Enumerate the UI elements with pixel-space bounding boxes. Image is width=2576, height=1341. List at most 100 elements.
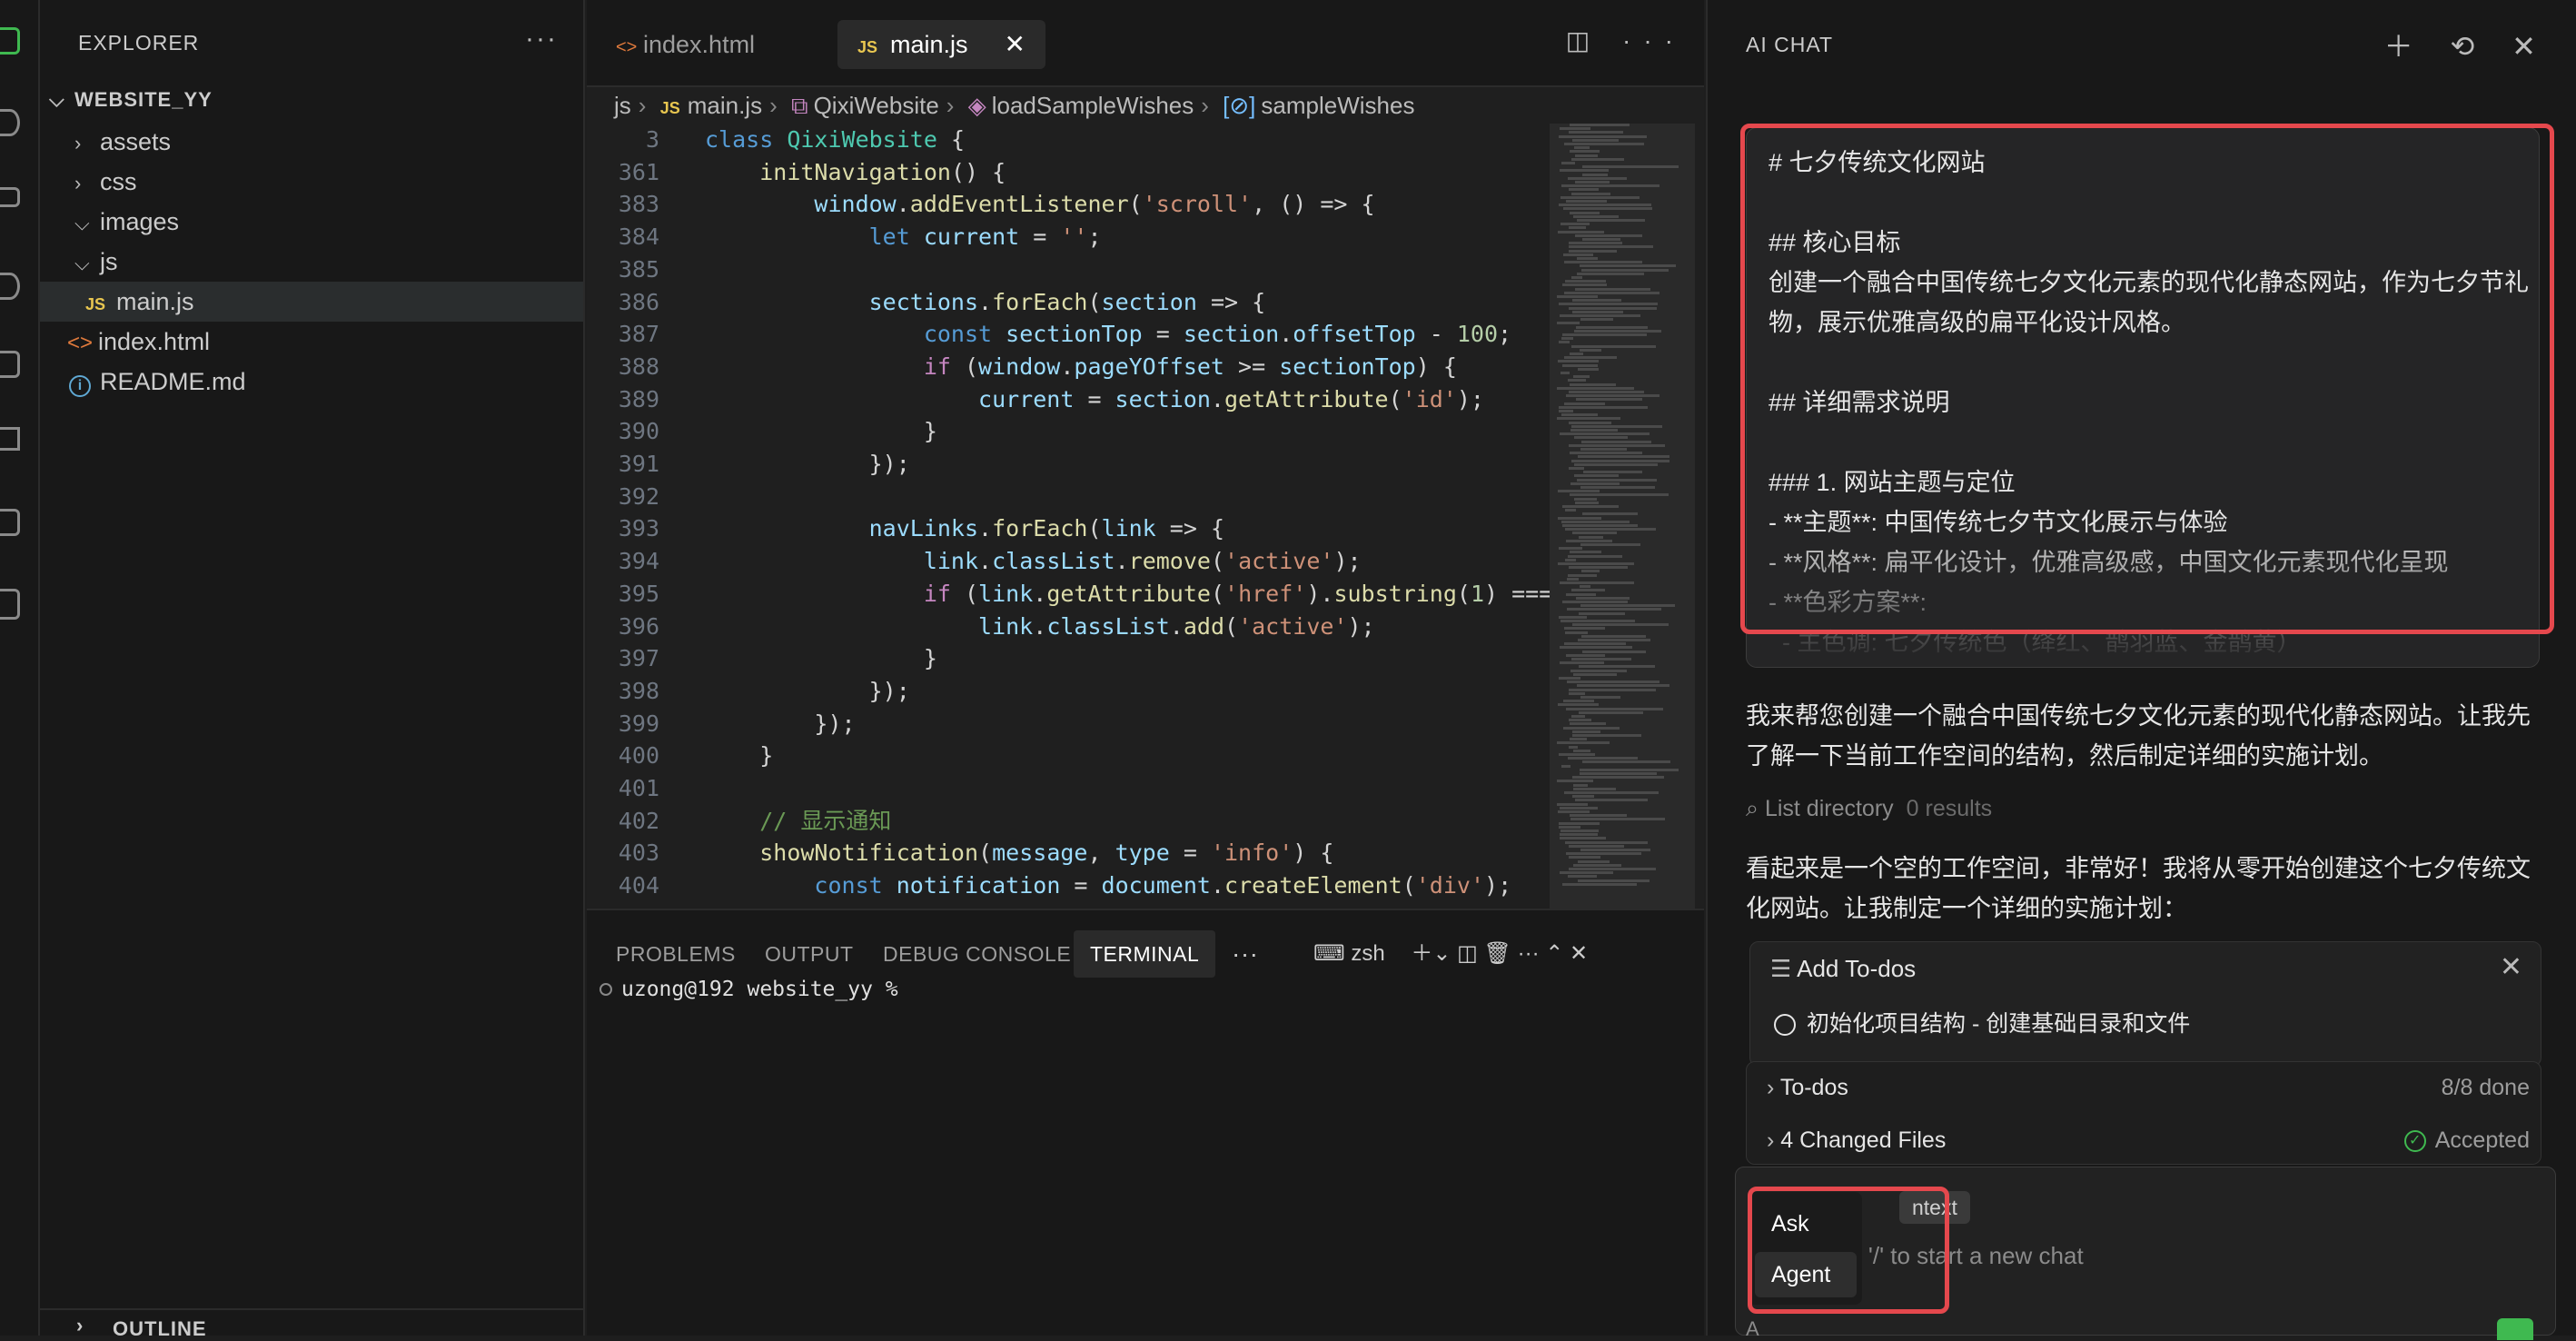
code-line[interactable]: 385 bbox=[587, 253, 1550, 286]
code-line[interactable]: 393 navLinks.forEach(link => { bbox=[587, 512, 1550, 545]
code-line[interactable]: 403 showNotification(message, type = 'in… bbox=[587, 837, 1550, 869]
code-line[interactable]: 391 }); bbox=[587, 448, 1550, 481]
code-line[interactable]: 404 const notification = document.create… bbox=[587, 869, 1550, 902]
terminal-output[interactable]: uzong@192 website_yy % bbox=[599, 978, 898, 1001]
activity-bar bbox=[0, 0, 40, 1336]
account-icon[interactable] bbox=[0, 589, 20, 620]
minimap-line bbox=[1578, 367, 1599, 371]
explorer-icon[interactable] bbox=[0, 27, 20, 55]
code-editor[interactable]: 3 class QixiWebsite {361 initNavigation()… bbox=[587, 124, 1550, 903]
changed-files-row[interactable]: › 4 Changed Files ✓ Accepted bbox=[1767, 1115, 2530, 1166]
line-number: 395 bbox=[618, 580, 659, 607]
code-line[interactable]: 3 class QixiWebsite { bbox=[587, 124, 1550, 156]
code-line[interactable]: 392 bbox=[587, 481, 1550, 513]
minimap-line bbox=[1580, 772, 1657, 775]
code-line[interactable]: 394 link.classList.remove('active'); bbox=[587, 545, 1550, 578]
tree-folder-css[interactable]: › css bbox=[74, 162, 137, 202]
code-line[interactable]: 402 // 显示通知 bbox=[587, 805, 1550, 838]
tab-terminal[interactable]: TERMINAL bbox=[1074, 930, 1216, 978]
code-line[interactable]: 389 current = section.getAttribute('id')… bbox=[587, 383, 1550, 416]
minimap-line bbox=[1557, 322, 1580, 325]
tool-call-list-directory[interactable]: ⌕ List directory 0 results bbox=[1746, 796, 1992, 822]
code-line[interactable]: 400 } bbox=[587, 740, 1550, 772]
minimap-line bbox=[1567, 577, 1579, 581]
more-actions-icon[interactable]: ··· bbox=[525, 24, 558, 55]
close-icon[interactable]: ✕ bbox=[1005, 30, 1025, 58]
code-text: const notification = document.createElem… bbox=[814, 872, 1512, 899]
workspace-root[interactable]: ⌵ WEBSITE_YY bbox=[49, 80, 213, 120]
minimap-line bbox=[1577, 684, 1669, 688]
code-line[interactable]: 388 if (window.pageYOffset >= sectionTop… bbox=[587, 351, 1550, 383]
terminal-toolbar[interactable]: ＋⌄ ◫ 🗑 ··· ⌃ ✕ bbox=[1411, 941, 1588, 966]
minimap-line bbox=[1560, 806, 1598, 810]
minimap-line bbox=[1558, 562, 1634, 565]
outline-section[interactable]: › OUTLINE bbox=[40, 1308, 585, 1340]
source-control-icon[interactable] bbox=[0, 187, 20, 207]
tab-problems[interactable]: PROBLEMS bbox=[616, 930, 736, 978]
panel-more-icon[interactable]: ··· bbox=[1232, 930, 1258, 978]
minimap-line bbox=[1560, 871, 1613, 875]
code-line[interactable]: 386 sections.forEach(section => { bbox=[587, 286, 1550, 319]
tree-file-index-html[interactable]: <> index.html bbox=[67, 322, 210, 362]
code-line[interactable]: 390 } bbox=[587, 415, 1550, 448]
minimap-line bbox=[1576, 325, 1648, 329]
minimap-line bbox=[1574, 497, 1597, 501]
minimap-line bbox=[1569, 245, 1653, 249]
code-line[interactable]: 398 }); bbox=[587, 675, 1550, 708]
send-button[interactable] bbox=[2497, 1318, 2533, 1340]
code-line[interactable]: 387 const sectionTop = section.offsetTop… bbox=[587, 318, 1550, 351]
code-line[interactable]: 384 let current = ''; bbox=[587, 221, 1550, 253]
todo-item[interactable]: 初始化项目结构 - 创建基础目录和文件 bbox=[1774, 1006, 2190, 1038]
assistant-reply-2: 看起来是一个空的工作空间，非常好！我将从零开始创建这个七夕传统文化网站。让我制定… bbox=[1746, 855, 2531, 922]
play-icon[interactable] bbox=[0, 427, 20, 451]
minimap-line bbox=[1577, 272, 1644, 275]
code-line[interactable]: 361 initNavigation() { bbox=[587, 156, 1550, 189]
minimap-line bbox=[1580, 486, 1655, 489]
collapse-icon[interactable]: ✕ bbox=[2500, 951, 2522, 983]
minimap-line bbox=[1560, 661, 1604, 665]
tab-debug-console[interactable]: DEBUG CONSOLE bbox=[883, 930, 1071, 978]
tab-main-js[interactable]: JS main.js ✕ bbox=[837, 20, 1045, 69]
breadcrumb-folder[interactable]: js bbox=[614, 92, 631, 119]
code-line[interactable]: 395 if (link.getAttribute('href').substr… bbox=[587, 578, 1550, 611]
minimap[interactable] bbox=[1550, 124, 1695, 914]
minimap-line bbox=[1582, 165, 1679, 169]
code-line[interactable]: 397 } bbox=[587, 642, 1550, 675]
tree-file-readme[interactable]: i README.md bbox=[69, 362, 246, 402]
tree-folder-js[interactable]: ⌵ js bbox=[74, 242, 118, 282]
minimap-line bbox=[1560, 837, 1606, 840]
breadcrumb-method[interactable]: loadSampleWishes bbox=[992, 92, 1194, 119]
breadcrumb-variable[interactable]: sampleWishes bbox=[1261, 92, 1414, 119]
prompt-status-icon bbox=[599, 983, 612, 996]
chevron-right-icon: › bbox=[74, 132, 82, 154]
breadcrumb-file[interactable]: main.js bbox=[688, 92, 762, 119]
tab-output[interactable]: OUTPUT bbox=[765, 930, 854, 978]
chat-actions[interactable]: ＋ ⟲ ✕ bbox=[2384, 24, 2551, 65]
run-debug-icon[interactable] bbox=[0, 273, 20, 300]
code-line[interactable]: 401 bbox=[587, 772, 1550, 805]
code-line[interactable]: 383 window.addEventListener('scroll', ()… bbox=[587, 188, 1550, 221]
tree-folder-images[interactable]: ⌵ images bbox=[74, 202, 179, 242]
search-icon[interactable] bbox=[0, 109, 20, 136]
extensions-icon[interactable] bbox=[0, 351, 20, 378]
tab-index-html[interactable]: <> index.html bbox=[596, 20, 775, 69]
minimap-line bbox=[1560, 372, 1570, 374]
minimap-line bbox=[1582, 650, 1646, 653]
minimap-line bbox=[1562, 601, 1628, 603]
mode-button[interactable]: A bbox=[1746, 1317, 1759, 1341]
minimap-line bbox=[1570, 452, 1642, 455]
line-number: 389 bbox=[618, 385, 659, 412]
tree-file-main-js[interactable]: JS main.js bbox=[40, 282, 583, 322]
todos-status-row[interactable]: › To-dos 8/8 done bbox=[1767, 1062, 2530, 1113]
tree-folder-assets[interactable]: › assets bbox=[74, 122, 171, 162]
breadcrumb-class[interactable]: QixiWebsite bbox=[814, 92, 939, 119]
shell-name[interactable]: zsh bbox=[1351, 941, 1384, 966]
remote-explorer-icon[interactable] bbox=[0, 509, 20, 536]
minimap-line bbox=[1572, 730, 1600, 733]
editor-actions[interactable]: ◫ ··· bbox=[1566, 25, 1686, 55]
minimap-line bbox=[1582, 512, 1638, 516]
code-line[interactable]: 396 link.classList.add('active'); bbox=[587, 611, 1550, 643]
code-line[interactable]: 399 }); bbox=[587, 708, 1550, 740]
minimap-line bbox=[1570, 551, 1601, 554]
minimap-line bbox=[1561, 520, 1630, 523]
